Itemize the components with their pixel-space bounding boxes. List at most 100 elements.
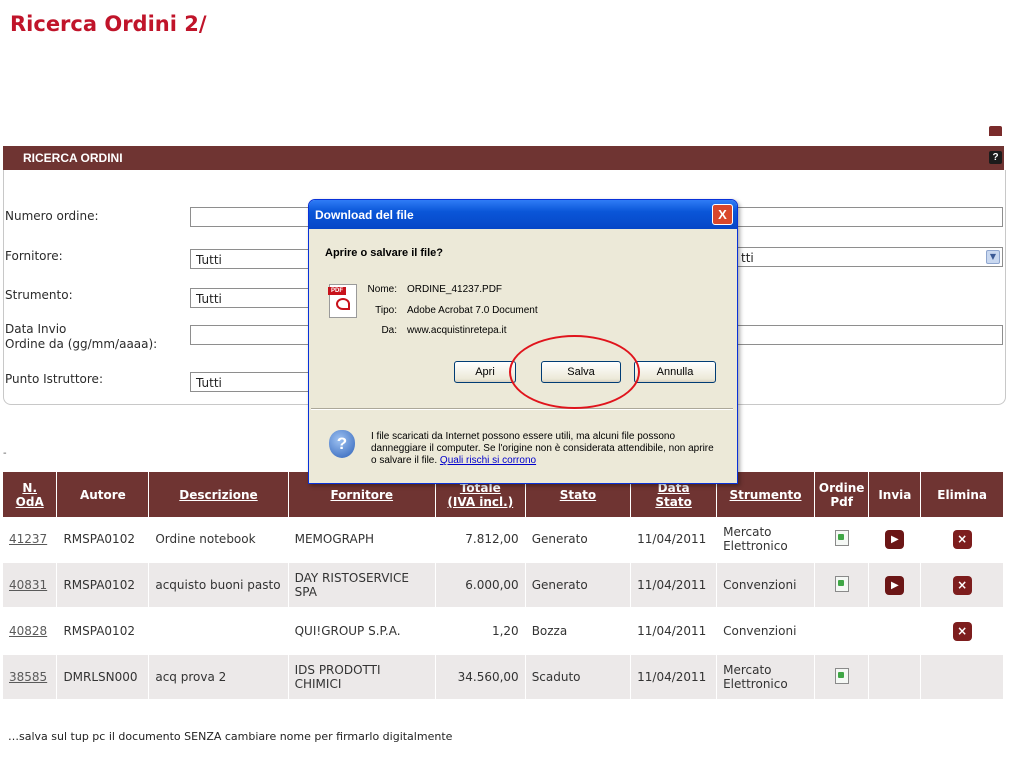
row-stato: Bozza	[525, 608, 632, 655]
data-invio-label-line2: Ordine da (gg/mm/aaaa):	[5, 337, 158, 351]
table-row: 40831 RMSPA0102 acquisto buoni pasto DAY…	[3, 562, 1004, 609]
row-fornitore: DAY RISTOSERVICE SPA	[288, 562, 436, 609]
row-data-stato: 11/04/2011	[630, 562, 718, 609]
dash-separator: -	[3, 448, 7, 459]
row-totale: 34.560,00	[435, 654, 526, 701]
dialog-divider	[311, 408, 733, 410]
numero-ordine-label: Numero ordine:	[5, 209, 99, 223]
pdf-download-icon[interactable]	[834, 575, 849, 592]
row-descrizione: acq prova 2	[148, 654, 289, 701]
row-autore: RMSPA0102	[56, 562, 150, 609]
row-fornitore: IDS PRODOTTI CHIMICI	[288, 654, 436, 701]
dialog-title: Download del file	[315, 208, 414, 222]
order-number-link[interactable]: 38585	[9, 670, 47, 684]
row-strumento: Mercato Elettronico	[716, 654, 815, 701]
toolbar-icon[interactable]	[989, 126, 1002, 136]
col-totale-line2: (IVA incl.)	[447, 494, 514, 509]
row-stato: Scaduto	[525, 654, 632, 701]
delete-icon[interactable]: ×	[952, 575, 972, 595]
security-warning: I file scaricati da Internet possono ess…	[371, 431, 721, 467]
data-invio-label-line1: Data Invio	[5, 322, 67, 336]
row-strumento: Convenzioni	[716, 562, 815, 609]
risks-link[interactable]: Quali rischi si corrono	[440, 455, 536, 466]
close-icon[interactable]: X	[712, 204, 733, 225]
strumento-select[interactable]: Tutti	[190, 288, 310, 308]
pdf-download-icon[interactable]	[834, 667, 849, 684]
col-header-n-oda[interactable]: N. OdA	[3, 472, 58, 517]
order-number-link[interactable]: 40831	[9, 578, 47, 592]
data-invio-input[interactable]	[190, 325, 310, 345]
row-descrizione: Ordine notebook	[148, 517, 289, 563]
row-descrizione	[148, 608, 289, 655]
col-header-descrizione[interactable]: Descrizione	[148, 472, 289, 517]
row-totale: 7.812,00	[435, 517, 526, 563]
right-select[interactable]: tti ▼	[735, 247, 1003, 267]
help-icon[interactable]: ?	[989, 151, 1002, 164]
row-data-stato: 11/04/2011	[630, 654, 718, 701]
row-stato: Generato	[525, 562, 632, 609]
send-icon[interactable]: ▶	[885, 529, 905, 549]
row-strumento: Mercato Elettronico	[716, 517, 815, 563]
data-invio-label: Data Invio Ordine da (gg/mm/aaaa):	[5, 322, 157, 352]
fornitore-label: Fornitore:	[5, 249, 63, 263]
order-number-link[interactable]: 41237	[9, 532, 47, 546]
strumento-label: Strumento:	[5, 288, 73, 302]
row-autore: DMRLSN000	[56, 654, 150, 701]
row-descrizione: acquisto buoni pasto	[148, 562, 289, 609]
empty-cell	[814, 608, 870, 655]
slide-title: Ricerca Ordini 2/	[10, 12, 207, 36]
empty-cell	[920, 654, 1004, 701]
data-invio-a-input[interactable]	[735, 325, 1003, 345]
warning-text: I file scaricati da Internet possono ess…	[371, 431, 714, 466]
empty-cell	[868, 654, 922, 701]
punto-istruttore-select[interactable]: Tutti	[190, 372, 310, 392]
delete-icon[interactable]: ×	[952, 621, 972, 641]
row-stato: Generato	[525, 517, 632, 563]
fornitore-select[interactable]: Tutti	[190, 249, 310, 269]
table-row: 40828 RMSPA0102 QUI!GROUP S.P.A. 1,20 Bo…	[3, 608, 1004, 655]
row-autore: RMSPA0102	[56, 517, 150, 563]
empty-cell	[868, 608, 922, 655]
send-icon[interactable]: ▶	[885, 575, 905, 595]
instruction-caption: …salva sul tup pc il documento SENZA cam…	[8, 730, 453, 743]
row-fornitore: QUI!GROUP S.P.A.	[288, 608, 436, 655]
orders-table: N. OdA Autore Descrizione Fornitore Total…	[3, 472, 1004, 701]
delete-icon[interactable]: ×	[952, 529, 972, 549]
file-source-label: Da:	[381, 325, 397, 336]
row-fornitore: MEMOGRAPH	[288, 517, 436, 563]
punto-istruttore-select-value: Tutti	[196, 376, 222, 390]
pdf-download-icon[interactable]	[834, 529, 849, 546]
strumento-select-value: Tutti	[196, 292, 222, 306]
fornitore-select-value: Tutti	[196, 253, 222, 267]
file-type-label: Tipo:	[375, 305, 397, 316]
col-n-oda-line2: OdA	[15, 494, 44, 509]
security-shield-icon: ?	[329, 430, 355, 458]
punto-istruttore-label: Punto Istruttore:	[5, 372, 103, 386]
file-type-value: Adobe Acrobat 7.0 Document	[407, 305, 538, 316]
open-button[interactable]: Apri	[454, 361, 516, 383]
search-panel-header: RICERCA ORDINI ?	[3, 146, 1004, 170]
row-data-stato: 11/04/2011	[630, 608, 718, 655]
col-pdf-line2: Pdf	[830, 494, 853, 509]
col-n-oda-line1: N.	[22, 480, 38, 495]
cancel-button[interactable]: Annulla	[634, 361, 716, 383]
row-data-stato: 11/04/2011	[630, 517, 718, 563]
file-name-label: Nome:	[367, 284, 397, 295]
right-select-value: tti	[741, 251, 754, 265]
row-autore: RMSPA0102	[56, 608, 150, 655]
col-header-elimina: Elimina	[920, 472, 1004, 517]
highlight-circle	[509, 335, 640, 409]
dialog-question: Aprire o salvare il file?	[325, 247, 443, 259]
row-totale: 6.000,00	[435, 562, 526, 609]
col-header-invia: Invia	[868, 472, 922, 517]
row-totale: 1,20	[435, 608, 526, 655]
table-row: 41237 RMSPA0102 Ordine notebook MEMOGRAP…	[3, 517, 1004, 563]
col-data-line2: Stato	[655, 494, 692, 509]
table-row: 38585 DMRLSN000 acq prova 2 IDS PRODOTTI…	[3, 654, 1004, 701]
download-dialog: Download del file X Aprire o salvare il …	[308, 199, 738, 484]
col-header-autore: Autore	[56, 472, 150, 517]
panel-title: RICERCA ORDINI	[23, 151, 123, 165]
dialog-titlebar[interactable]: Download del file X	[309, 200, 737, 229]
order-number-link[interactable]: 40828	[9, 624, 47, 638]
chevron-down-icon[interactable]: ▼	[986, 250, 1000, 264]
